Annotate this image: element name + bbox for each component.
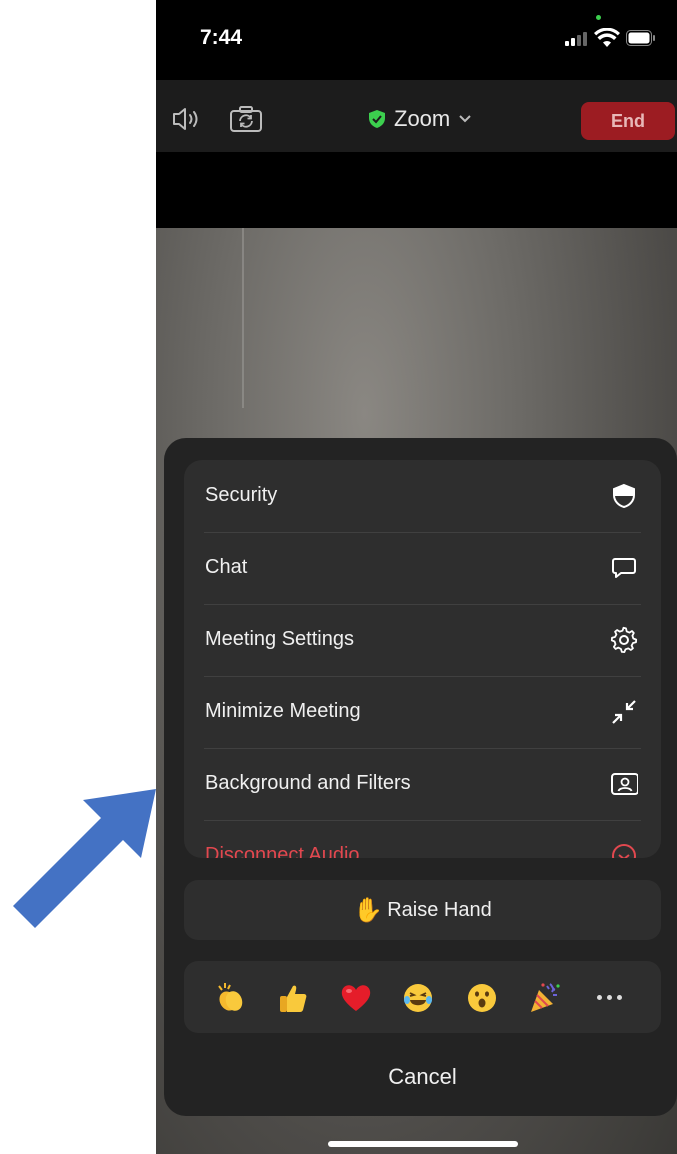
phone-screen: 7:44 Zoom End Security Chat Meeting Sett…: [156, 0, 677, 1154]
menu-item-chat[interactable]: Chat: [184, 532, 661, 604]
speaker-icon[interactable]: [170, 104, 206, 134]
shield-icon: [613, 483, 635, 509]
meeting-title-dropdown[interactable]: Zoom: [368, 106, 472, 132]
menu-item-label: Disconnect Audio: [205, 844, 360, 858]
status-bar: 7:44: [156, 0, 677, 80]
raise-hand-button[interactable]: ✋ Raise Hand: [184, 880, 661, 940]
chevron-down-icon: [459, 115, 471, 123]
options-menu: Security Chat Meeting Settings Minimize …: [184, 460, 661, 858]
menu-item-security[interactable]: Security: [184, 460, 661, 532]
thumbs-up-icon[interactable]: [276, 981, 310, 1015]
switch-camera-icon[interactable]: [228, 104, 264, 134]
menu-item-label: Minimize Meeting: [205, 700, 361, 722]
battery-icon: [626, 30, 655, 46]
cellular-signal-icon: [565, 32, 587, 46]
meeting-toolbar: Zoom End: [156, 80, 677, 152]
status-time: 7:44: [200, 26, 243, 49]
video-letterbox: [156, 152, 677, 228]
party-popper-icon[interactable]: [528, 981, 562, 1015]
camera-in-use-indicator: [596, 15, 601, 20]
menu-item-disconnect-audio[interactable]: Disconnect Audio: [184, 820, 661, 858]
clapping-hands-icon[interactable]: [214, 981, 248, 1015]
portrait-frame-icon: [611, 773, 638, 795]
reactions-bar: [184, 961, 661, 1033]
minimize-arrows-icon: [612, 700, 636, 724]
cancel-button[interactable]: Cancel: [184, 1050, 661, 1104]
menu-item-label: Background and Filters: [205, 772, 411, 794]
raised-hand-icon: ✋: [353, 896, 384, 924]
menu-item-meeting-settings[interactable]: Meeting Settings: [184, 604, 661, 676]
menu-item-background-and-filters[interactable]: Background and Filters: [184, 748, 661, 820]
more-options-sheet: Security Chat Meeting Settings Minimize …: [164, 438, 677, 1116]
verified-shield-icon: [369, 110, 385, 128]
annotation-arrow-icon: [13, 789, 156, 928]
heart-icon[interactable]: [339, 981, 373, 1015]
menu-item-minimize-meeting[interactable]: Minimize Meeting: [184, 676, 661, 748]
laughing-face-icon[interactable]: [401, 981, 435, 1015]
raise-hand-label: Raise Hand: [387, 898, 492, 921]
more-reactions-icon[interactable]: [597, 995, 622, 1000]
end-meeting-button[interactable]: End: [581, 102, 675, 140]
wifi-icon: [594, 28, 620, 47]
disconnect-audio-icon: [612, 844, 636, 858]
home-indicator: [328, 1141, 518, 1147]
chat-bubble-icon: [612, 558, 636, 578]
menu-item-label: Chat: [205, 556, 248, 578]
surprised-face-icon[interactable]: [465, 981, 499, 1015]
gear-icon: [610, 626, 638, 653]
menu-item-label: Security: [205, 484, 278, 506]
menu-item-label: Meeting Settings: [205, 628, 354, 650]
meeting-title: Zoom: [394, 106, 451, 131]
